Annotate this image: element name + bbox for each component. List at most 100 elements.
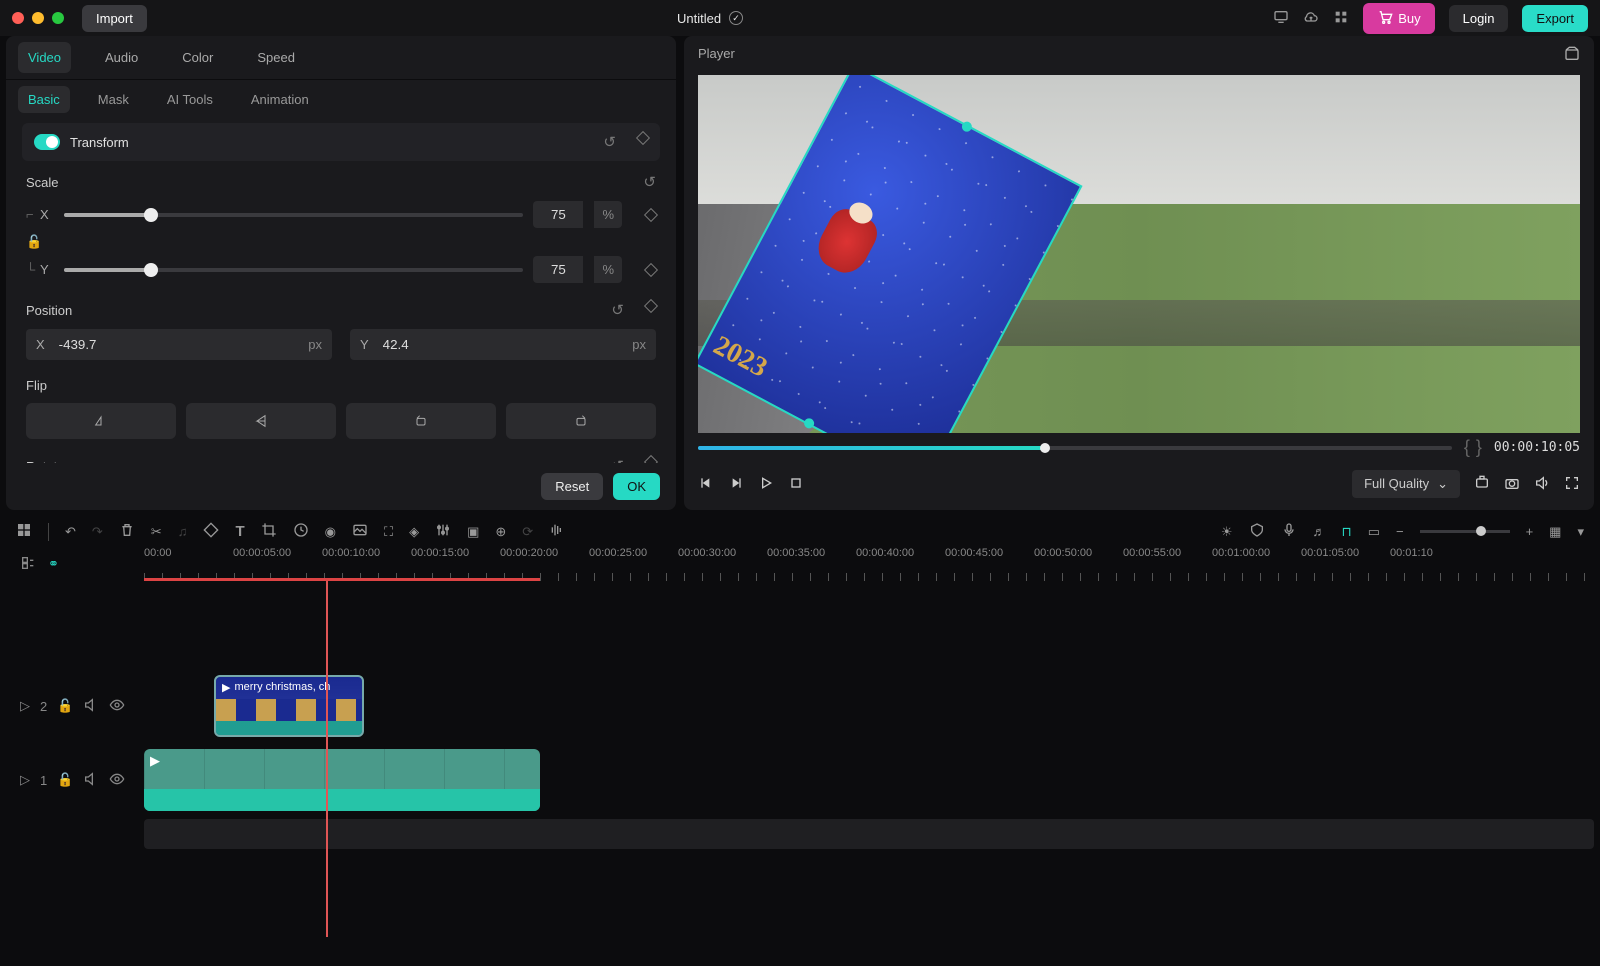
track-mute-icon[interactable] — [83, 771, 99, 790]
detect-icon[interactable]: ⛶ — [384, 524, 393, 540]
stop-button[interactable] — [788, 475, 804, 494]
delete-icon[interactable] — [119, 522, 135, 541]
subtab-ai-tools[interactable]: AI Tools — [157, 86, 223, 113]
track-lock-icon[interactable]: 🔓 — [57, 698, 73, 714]
position-y-field[interactable]: Y px — [350, 329, 656, 360]
quality-dropdown[interactable]: Full Quality ⌄ — [1352, 470, 1460, 498]
scale-reset-icon[interactable]: ↺ — [643, 173, 656, 191]
layout-icon[interactable] — [16, 522, 32, 541]
transform-toggle[interactable] — [34, 134, 60, 150]
camera-icon[interactable] — [1504, 475, 1520, 494]
tab-audio[interactable]: Audio — [95, 42, 148, 73]
flip-horizontal-button[interactable] — [26, 403, 176, 439]
redo-icon[interactable]: ↷ — [92, 524, 103, 540]
minimize-window[interactable] — [32, 12, 44, 24]
ok-button[interactable]: OK — [613, 473, 660, 500]
split-icon[interactable]: ✂ — [151, 524, 162, 540]
more-icon[interactable]: ▾ — [1577, 524, 1584, 540]
login-button[interactable]: Login — [1449, 5, 1509, 32]
export-button[interactable]: Export — [1522, 5, 1588, 32]
flip-vertical-button[interactable] — [186, 403, 336, 439]
tab-color[interactable]: Color — [172, 42, 223, 73]
magnet-icon[interactable]: ⊓ — [1342, 524, 1352, 540]
maximize-window[interactable] — [52, 12, 64, 24]
track-visibility-icon[interactable] — [109, 697, 125, 716]
zoom-in-icon[interactable]: + — [1526, 524, 1534, 539]
scale-y-keyframe-icon[interactable] — [644, 262, 658, 276]
volume-icon[interactable] — [1534, 475, 1550, 494]
clip-merry-christmas[interactable]: ▶ merry christmas, ch — [214, 675, 364, 737]
detach-icon[interactable] — [1474, 475, 1490, 494]
snapshot-mode-icon[interactable] — [1564, 46, 1580, 65]
import-button[interactable]: Import — [82, 5, 147, 32]
music-icon[interactable]: ♫ — [178, 524, 188, 539]
adjust-icon[interactable] — [435, 522, 451, 541]
mark-in-icon[interactable]: { — [1464, 437, 1470, 458]
shield-icon[interactable] — [1249, 522, 1265, 541]
mic-icon[interactable] — [1281, 522, 1297, 541]
tag-icon[interactable] — [203, 522, 219, 541]
marker-icon[interactable]: ▭ — [1368, 524, 1380, 540]
rotate-ccw-button[interactable] — [346, 403, 496, 439]
speed-icon[interactable] — [293, 522, 309, 541]
position-keyframe-icon[interactable] — [644, 299, 658, 313]
track-mute-icon[interactable] — [83, 697, 99, 716]
reset-button[interactable]: Reset — [541, 473, 603, 500]
timeline-ruler[interactable]: 00:0000:00:05:0000:00:10:0000:00:15:0000… — [144, 547, 1594, 581]
position-x-field[interactable]: X px — [26, 329, 332, 360]
tab-speed[interactable]: Speed — [247, 42, 305, 73]
screen-icon[interactable]: ▣ — [467, 524, 479, 540]
zoom-slider[interactable] — [1420, 530, 1510, 533]
scrub-bar[interactable] — [698, 446, 1452, 450]
position-x-input[interactable] — [55, 329, 299, 360]
mark-out-icon[interactable]: } — [1476, 437, 1482, 458]
crop-icon[interactable] — [261, 522, 277, 541]
rotate-keyframe-icon[interactable] — [644, 455, 658, 463]
render-icon[interactable]: ⟳ — [522, 524, 533, 540]
timeline-settings-icon[interactable] — [20, 555, 36, 574]
zoom-out-icon[interactable]: − — [1396, 524, 1404, 539]
keyframe-tool-icon[interactable]: ◈ — [409, 524, 419, 540]
display-icon[interactable] — [1273, 9, 1289, 28]
link-icon[interactable]: ⚭ — [48, 556, 59, 572]
scale-y-value[interactable] — [533, 256, 583, 283]
playhead[interactable]: ✂ — [326, 581, 328, 937]
sun-icon[interactable]: ☀ — [1221, 524, 1233, 540]
next-frame-button[interactable] — [728, 475, 744, 494]
scale-lock-icon[interactable]: 🔓 — [22, 234, 36, 250]
clip-main-video[interactable]: ▶ — [144, 749, 540, 811]
track-lock-icon[interactable]: 🔓 — [57, 772, 73, 788]
close-window[interactable] — [12, 12, 24, 24]
scale-x-slider[interactable] — [64, 213, 523, 217]
text-icon[interactable]: T — [235, 523, 244, 540]
rotate-cw-button[interactable] — [506, 403, 656, 439]
prev-frame-button[interactable] — [698, 475, 714, 494]
scale-x-value[interactable] — [533, 201, 583, 228]
transform-keyframe-icon[interactable] — [636, 131, 650, 145]
cloud-icon[interactable] — [1303, 9, 1319, 28]
tab-video[interactable]: Video — [18, 42, 71, 73]
transform-reset-icon[interactable]: ↺ — [603, 133, 616, 151]
color-wheel-icon[interactable]: ◉ — [325, 524, 336, 540]
play-button[interactable] — [758, 475, 774, 494]
fullscreen-icon[interactable] — [1564, 475, 1580, 494]
scale-x-keyframe-icon[interactable] — [644, 207, 658, 221]
track-height-icon[interactable]: ▦ — [1549, 524, 1561, 540]
track-motion-icon[interactable]: ⊕ — [495, 524, 506, 540]
scale-y-slider[interactable] — [64, 268, 523, 272]
subtab-basic[interactable]: Basic — [18, 86, 70, 113]
track-visibility-icon[interactable] — [109, 771, 125, 790]
mixer-icon[interactable]: ♬ — [1313, 524, 1326, 539]
preview-viewport[interactable]: 2023 — [698, 75, 1580, 433]
ruler-tick: 00:01:05:00 — [1301, 547, 1390, 559]
position-reset-icon[interactable]: ↺ — [611, 301, 624, 319]
grid-icon[interactable] — [1333, 9, 1349, 28]
position-y-input[interactable] — [379, 329, 623, 360]
empty-track[interactable] — [6, 819, 1594, 849]
buy-button[interactable]: Buy — [1363, 3, 1434, 34]
subtab-animation[interactable]: Animation — [241, 86, 319, 113]
subtab-mask[interactable]: Mask — [88, 86, 139, 113]
undo-icon[interactable]: ↶ — [65, 524, 76, 540]
audio-tool-icon[interactable] — [549, 522, 565, 541]
picture-icon[interactable] — [352, 522, 368, 541]
